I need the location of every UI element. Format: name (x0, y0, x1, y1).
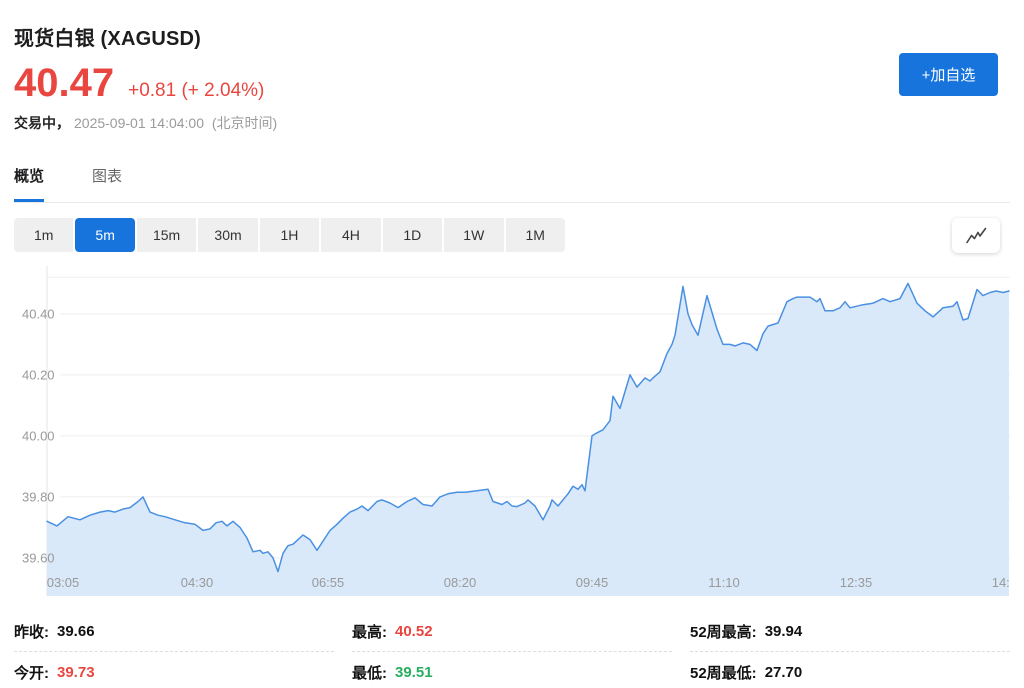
price-chart[interactable]: 40.40 40.20 40.00 39.80 39.60 03:05 04:30 06:55… (14, 266, 1010, 598)
price-area-fill (47, 283, 1009, 596)
x-axis-tick-label: 14:00 (992, 575, 1010, 590)
chart-style-button[interactable] (952, 218, 1000, 253)
interval-15m[interactable]: 15m (137, 218, 196, 252)
stat-low: 最低: 39.51 (352, 652, 672, 688)
interval-1m[interactable]: 1m (14, 218, 73, 252)
chart-toolbar: 1m5m15m30m1H4H1D1W1M (14, 218, 1010, 253)
status-timestamp: 2025-09-01 14:04:00 (74, 115, 204, 131)
x-axis-tick-label: 03:05 (47, 575, 80, 590)
interval-selector: 1m5m15m30m1H4H1D1W1M (14, 218, 565, 252)
stat-label: 52周最低: (690, 662, 757, 683)
stat-prev-close: 昨收: 39.66 (14, 611, 334, 652)
stat-label: 最高: (352, 621, 387, 642)
y-axis-tick-label: 40.20 (22, 367, 55, 382)
status-timezone: (北京时间) (212, 115, 277, 131)
tab-bar: 概览 图表 (14, 165, 1010, 203)
stats-grid: 昨收: 39.66 最高: 40.52 52周最高: 39.94 今开: 39.73 最低: 39… (14, 611, 1010, 688)
stat-label: 昨收: (14, 621, 49, 642)
interval-1h[interactable]: 1H (260, 218, 319, 252)
stat-value: 39.73 (57, 664, 95, 681)
y-axis-tick-label: 39.80 (22, 489, 55, 504)
y-axis-tick-label: 40.40 (22, 306, 55, 321)
x-axis-tick-label: 09:45 (576, 575, 609, 590)
x-axis-tick-label: 06:55 (312, 575, 345, 590)
y-axis-tick-label: 39.60 (22, 550, 55, 565)
stat-high: 最高: 40.52 (352, 611, 672, 652)
trend-line-icon (964, 226, 988, 246)
status-label: 交易中， (14, 115, 70, 131)
price-change: +0.81 (+ 2.04%) (128, 80, 264, 102)
stat-week52-high: 52周最高: 39.94 (690, 611, 1010, 652)
page-title: 现货白银 (XAGUSD) (14, 0, 1024, 51)
x-axis-tick-label: 11:10 (708, 575, 740, 590)
interval-4h[interactable]: 4H (321, 218, 380, 252)
stat-value: 27.70 (765, 664, 803, 681)
last-price: 40.47 (14, 63, 114, 103)
interval-5m[interactable]: 5m (75, 218, 134, 252)
stat-label: 今开: (14, 662, 49, 683)
tab-overview[interactable]: 概览 (14, 165, 44, 202)
x-axis-tick-label: 08:20 (444, 575, 477, 590)
interval-1m[interactable]: 1M (506, 218, 565, 252)
stat-value: 39.66 (57, 623, 95, 640)
y-axis-tick-label: 40.00 (22, 428, 55, 443)
quote-page: 现货白银 (XAGUSD) 40.47 +0.81 (+ 2.04%) 交易中，… (0, 0, 1024, 688)
stat-week52-low: 52周最低: 27.70 (690, 652, 1010, 688)
price-block: 40.47 +0.81 (+ 2.04%) (14, 63, 1024, 103)
interval-30m[interactable]: 30m (198, 218, 257, 252)
x-axis-tick-label: 12:35 (840, 575, 873, 590)
stat-label: 最低: (352, 662, 387, 683)
x-axis-tick-label: 04:30 (181, 575, 214, 590)
stat-label: 52周最高: (690, 621, 757, 642)
stat-open: 今开: 39.73 (14, 652, 334, 688)
stat-value: 39.94 (765, 623, 803, 640)
trading-status: 交易中，2025-09-01 14:04:00 (北京时间) (14, 113, 1024, 133)
interval-1w[interactable]: 1W (444, 218, 503, 252)
area-chart-svg: 40.40 40.20 40.00 39.80 39.60 03:05 04:30 06:55… (14, 266, 1010, 598)
stat-value: 40.52 (395, 623, 433, 640)
add-watchlist-button[interactable]: +加自选 (899, 53, 998, 96)
interval-1d[interactable]: 1D (383, 218, 442, 252)
tab-chart[interactable]: 图表 (92, 165, 122, 202)
stat-value: 39.51 (395, 664, 433, 681)
